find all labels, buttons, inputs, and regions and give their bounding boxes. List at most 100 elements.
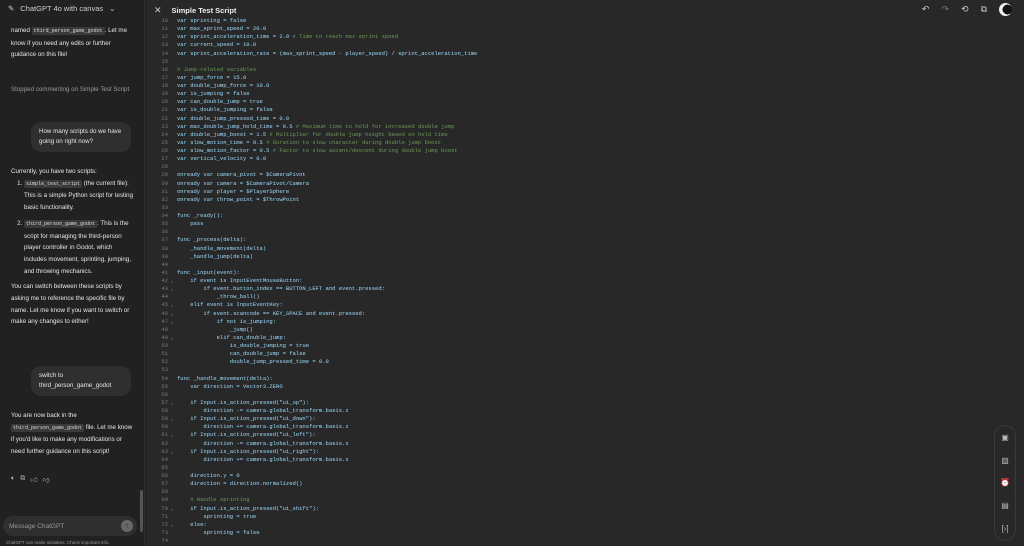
- fold-chevron-icon[interactable]: ⌄: [168, 310, 176, 318]
- message-input[interactable]: Message ChatGPT ↑: [3, 516, 137, 536]
- model-name: ChatGPT 4o with canvas: [20, 4, 104, 13]
- fold-chevron-icon[interactable]: [168, 391, 176, 399]
- fold-chevron-icon[interactable]: [168, 245, 176, 253]
- fold-chevron-icon[interactable]: [168, 171, 176, 179]
- fold-chevron-icon[interactable]: ⌄: [168, 431, 176, 439]
- fold-chevron-icon[interactable]: [168, 196, 176, 204]
- fold-chevron-icon[interactable]: ⌄: [168, 318, 176, 326]
- fold-chevron-icon[interactable]: [168, 139, 176, 147]
- fold-chevron-icon[interactable]: [168, 58, 176, 66]
- fold-chevron-icon[interactable]: ⌄: [168, 277, 176, 285]
- fold-chevron-icon[interactable]: [168, 253, 176, 261]
- fold-chevron-icon[interactable]: [168, 180, 176, 188]
- fold-chevron-icon[interactable]: [168, 106, 176, 114]
- fix-bugs-icon[interactable]: ⏰: [1000, 478, 1010, 487]
- fold-chevron-icon[interactable]: [168, 220, 176, 228]
- code-text: var current_speed = 10.0: [177, 41, 257, 49]
- port-language-icon[interactable]: ▤: [1001, 501, 1009, 510]
- fold-chevron-icon[interactable]: [168, 326, 176, 334]
- fold-chevron-icon[interactable]: ⌄: [168, 334, 176, 342]
- fold-chevron-icon[interactable]: [168, 115, 176, 123]
- review-code-icon[interactable]: ▣: [1001, 433, 1009, 442]
- read-aloud-icon[interactable]: 🔈︎: [11, 475, 15, 484]
- send-button[interactable]: ↑: [121, 520, 133, 532]
- fold-chevron-icon[interactable]: [168, 228, 176, 236]
- fold-chevron-icon[interactable]: [168, 293, 176, 301]
- fold-chevron-icon[interactable]: [168, 269, 176, 277]
- fold-chevron-icon[interactable]: [168, 98, 176, 106]
- line-number: 74: [161, 537, 168, 544]
- avatar[interactable]: [999, 3, 1012, 16]
- fold-chevron-icon[interactable]: ⌄: [168, 448, 176, 456]
- fold-chevron-icon[interactable]: [168, 375, 176, 383]
- fold-chevron-icon[interactable]: [168, 529, 176, 537]
- thumbs-down-icon[interactable]: 👎︎: [43, 475, 50, 484]
- line-number: 33: [161, 203, 168, 211]
- fold-chevron-icon[interactable]: [168, 480, 176, 488]
- code-comment: # Jump-related variables: [177, 65, 257, 73]
- code-line: 15: [146, 58, 477, 66]
- fold-chevron-icon[interactable]: [168, 350, 176, 358]
- history-icon[interactable]: ⟲: [961, 4, 969, 15]
- fold-chevron-icon[interactable]: [168, 25, 176, 33]
- code-editor[interactable]: 10 var sprinting = false 11 var max_sprint_…: [146, 17, 477, 545]
- fold-chevron-icon[interactable]: [168, 41, 176, 49]
- input-placeholder: Message ChatGPT: [9, 522, 65, 530]
- close-icon[interactable]: ✕: [154, 5, 162, 16]
- fold-chevron-icon[interactable]: [168, 383, 176, 391]
- fold-chevron-icon[interactable]: [168, 74, 176, 82]
- fold-chevron-icon[interactable]: [168, 163, 176, 171]
- fold-chevron-icon[interactable]: [168, 472, 176, 480]
- fold-chevron-icon[interactable]: [168, 17, 176, 25]
- copy-icon[interactable]: ⧉: [981, 4, 987, 15]
- code-text: func _ready():: [177, 212, 224, 219]
- fold-chevron-icon[interactable]: [168, 456, 176, 464]
- add-logs-icon[interactable]: ▨: [1001, 456, 1009, 465]
- fold-chevron-icon[interactable]: [168, 147, 176, 155]
- fold-chevron-icon[interactable]: [168, 488, 176, 496]
- fold-chevron-icon[interactable]: [168, 407, 176, 415]
- undo-icon[interactable]: ↶: [922, 4, 930, 15]
- copy-icon[interactable]: ⧉: [20, 475, 25, 484]
- thumbs-up-icon[interactable]: 👍︎: [30, 475, 37, 484]
- fold-chevron-icon[interactable]: [168, 90, 176, 98]
- fold-chevron-icon[interactable]: [168, 366, 176, 374]
- fold-chevron-icon[interactable]: [168, 131, 176, 139]
- fold-chevron-icon[interactable]: [168, 66, 176, 74]
- code-text: var max_double_jump_hold_time = 0.5: [177, 122, 296, 130]
- fold-chevron-icon[interactable]: [168, 82, 176, 90]
- fold-chevron-icon[interactable]: [168, 123, 176, 131]
- code-text: func _process(delta):: [177, 236, 247, 244]
- code-line: 66 direction.y = 0: [146, 472, 477, 480]
- fold-chevron-icon[interactable]: [168, 155, 176, 163]
- fold-chevron-icon[interactable]: [168, 358, 176, 366]
- fold-chevron-icon[interactable]: [168, 423, 176, 431]
- fold-chevron-icon[interactable]: [168, 33, 176, 41]
- line-number: 26: [161, 147, 168, 154]
- line-number: 36: [161, 228, 168, 236]
- fold-chevron-icon[interactable]: [168, 440, 176, 448]
- fold-chevron-icon[interactable]: ⌄: [168, 505, 176, 513]
- fold-chevron-icon[interactable]: [168, 537, 176, 545]
- fold-chevron-icon[interactable]: [168, 464, 176, 472]
- fold-chevron-icon[interactable]: ⌄: [168, 415, 176, 423]
- code-line: 55 var direction = Vector3.ZERO: [146, 383, 477, 391]
- edit-icon[interactable]: ✎: [8, 4, 14, 13]
- fold-chevron-icon[interactable]: [168, 261, 176, 269]
- scrollbar[interactable]: [140, 490, 143, 532]
- fold-chevron-icon[interactable]: [168, 188, 176, 196]
- fold-chevron-icon[interactable]: ⌄: [168, 285, 176, 293]
- code-brackets-icon[interactable]: [›]: [1001, 524, 1008, 533]
- fold-chevron-icon[interactable]: ⌄: [168, 301, 176, 309]
- fold-chevron-icon[interactable]: [168, 236, 176, 244]
- fold-chevron-icon[interactable]: [168, 212, 176, 220]
- fold-chevron-icon[interactable]: [168, 513, 176, 521]
- fold-chevron-icon[interactable]: ⌄: [168, 521, 176, 529]
- fold-chevron-icon[interactable]: [168, 204, 176, 212]
- redo-icon[interactable]: ↷: [941, 4, 949, 15]
- fold-chevron-icon[interactable]: [168, 496, 176, 504]
- fold-chevron-icon[interactable]: ⌄: [168, 399, 176, 407]
- fold-chevron-icon[interactable]: [168, 50, 176, 58]
- model-selector[interactable]: ✎ ChatGPT 4o with canvas ⌄: [8, 4, 115, 13]
- fold-chevron-icon[interactable]: [168, 342, 176, 350]
